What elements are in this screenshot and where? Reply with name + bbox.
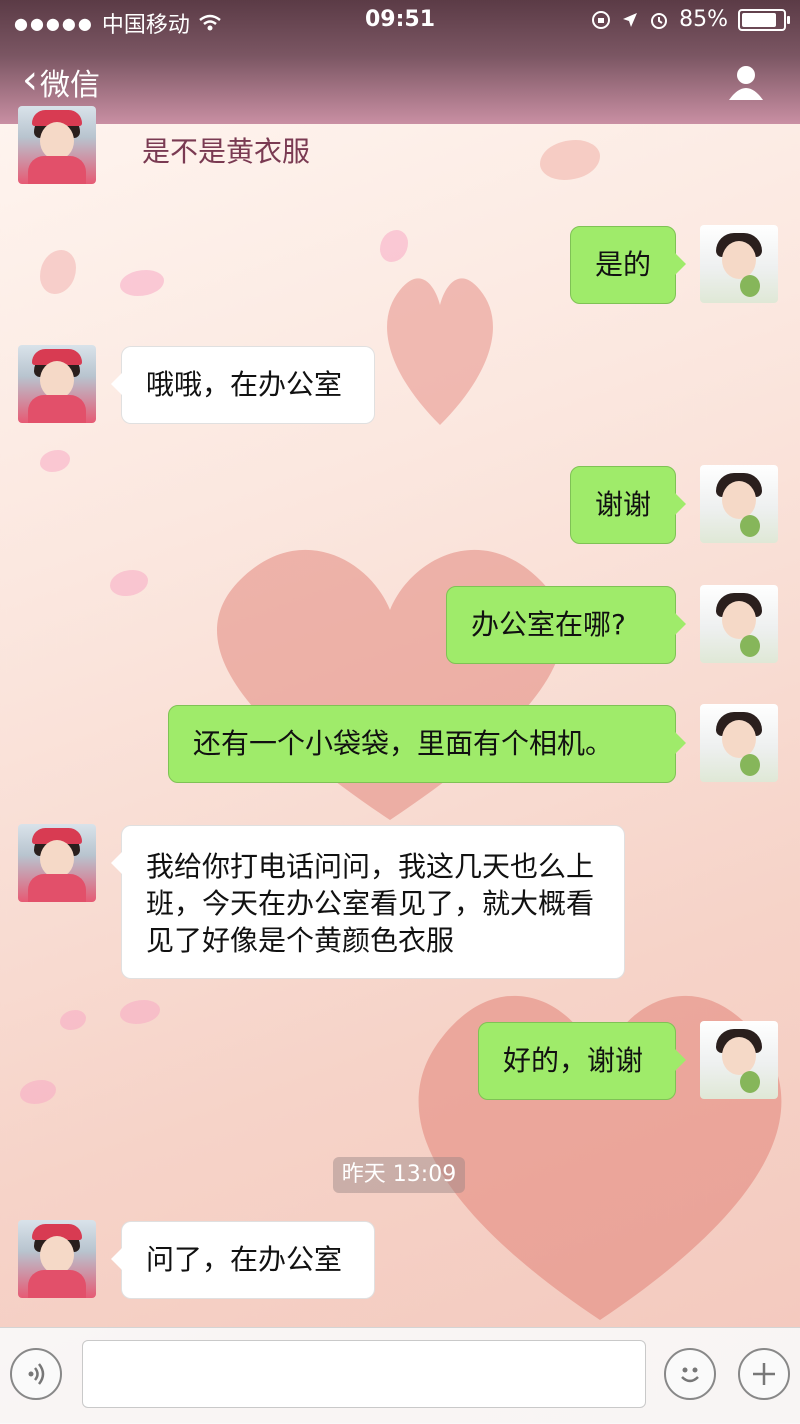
message-text: 谢谢 [595, 488, 652, 521]
header: ●●●●● 中国移动 09:51 85% ‹ 微信 [0, 0, 800, 124]
message-bubble[interactable]: 谢谢 [570, 466, 686, 544]
battery-percent: 85% [679, 7, 728, 32]
avatar[interactable] [700, 225, 778, 303]
rotation-lock-icon [592, 10, 611, 29]
chevron-left-icon: ‹ [22, 57, 38, 103]
message-input[interactable] [82, 1340, 646, 1408]
avatar[interactable] [700, 1021, 778, 1099]
emoji-icon [681, 1367, 699, 1383]
voice-icon [28, 1363, 45, 1385]
location-icon [623, 12, 638, 27]
timestamp: 昨天 13:09 [333, 1157, 465, 1193]
message-bubble[interactable]: 好的，谢谢 [478, 1022, 686, 1100]
avatar[interactable] [18, 824, 96, 902]
avatar[interactable] [18, 1220, 96, 1298]
message-text: 是的 [595, 248, 652, 281]
message-text: 问了，在办公室 [146, 1243, 343, 1276]
message-text: 办公室在哪? [471, 608, 626, 641]
avatar[interactable] [18, 106, 96, 184]
nav-bar: ‹ 微信 [0, 48, 800, 118]
plus-button[interactable] [738, 1348, 790, 1400]
message-text: 好的，谢谢 [503, 1044, 644, 1077]
voice-button[interactable] [10, 1348, 62, 1400]
status-right: 85% [591, 7, 790, 32]
message-text: 我给你打电话问问，我这几天也么上班，今天在办公室看见了，就大概看见了好像是个黄颜… [146, 850, 595, 957]
message-bubble[interactable]: 还有一个小袋袋，里面有个相机。 [168, 705, 686, 783]
plus-icon [753, 1363, 775, 1385]
back-label: 微信 [40, 68, 100, 103]
message-text: 哦哦，在办公室 [146, 368, 343, 401]
person-icon[interactable] [726, 62, 766, 102]
message-text: 是不是黄衣服 [142, 135, 311, 168]
input-bar [0, 1327, 800, 1424]
alarm-icon [651, 12, 668, 29]
message-text: 还有一个小袋袋，里面有个相机。 [193, 727, 614, 760]
message-bubble[interactable]: 办公室在哪? [446, 586, 686, 664]
message-bubble[interactable]: 我给你打电话问问，我这几天也么上班，今天在办公室看见了，就大概看见了好像是个黄颜… [111, 825, 625, 979]
message-bubble[interactable]: 是的 [570, 226, 686, 304]
battery-icon [738, 8, 790, 31]
avatar[interactable] [700, 585, 778, 663]
message-bubble[interactable]: 哦哦，在办公室 [111, 346, 375, 424]
back-button[interactable]: ‹ 微信 [22, 60, 100, 104]
emoji-button[interactable] [664, 1348, 716, 1400]
avatar[interactable] [700, 704, 778, 782]
chat-area: 是不是黄衣服 是的 哦哦，在办公室 谢谢 办公室在哪? 还有一个小袋袋，里面有个… [0, 106, 800, 1324]
avatar[interactable] [18, 345, 96, 423]
message-bubble[interactable]: 问了，在办公室 [111, 1221, 375, 1299]
status-bar: ●●●●● 中国移动 09:51 85% [0, 0, 800, 40]
avatar[interactable] [700, 465, 778, 543]
